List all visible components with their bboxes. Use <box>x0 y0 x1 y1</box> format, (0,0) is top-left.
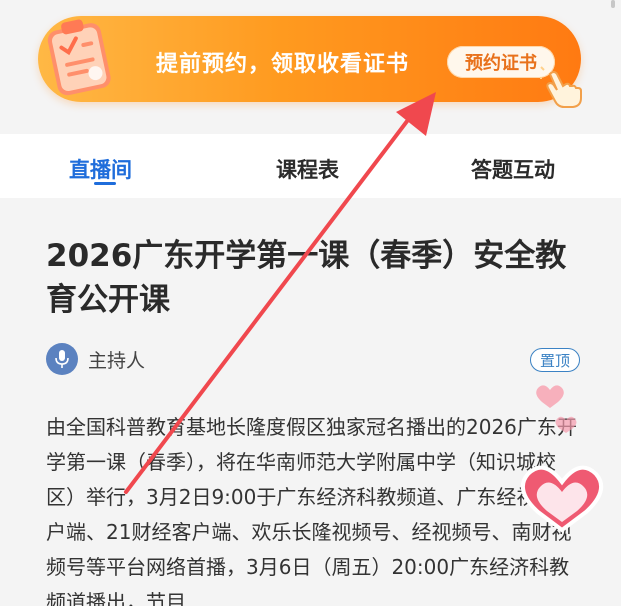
host-row: 主持人 <box>46 343 146 375</box>
tab-quiz-interaction[interactable]: 答题互动 <box>471 154 555 184</box>
scrollbar[interactable] <box>611 0 615 8</box>
tab-live-room[interactable]: 直播间 <box>69 154 132 184</box>
active-tab-indicator <box>94 182 116 185</box>
top-area: 提前预约，领取收看证书 预约证书 <box>0 0 621 134</box>
microphone-icon <box>46 343 78 375</box>
floating-hearts-icon <box>520 385 604 533</box>
banner-text: 提前预约，领取收看证书 <box>156 52 410 77</box>
clipboard-icon <box>47 19 111 96</box>
page-title: 2026广东开学第一课（春季）安全教育公开课 <box>46 238 567 318</box>
reserve-certificate-button[interactable]: 预约证书 <box>447 46 555 78</box>
article-description: 由全国科普教育基地长隆度假区独家冠名播出的2026广东开学第一课（春季），将在华… <box>46 415 577 606</box>
tab-bar: 直播间 课程表 答题互动 <box>0 134 621 198</box>
host-label: 主持人 <box>88 349 146 372</box>
pointing-hand-icon <box>540 66 582 108</box>
tab-schedule[interactable]: 课程表 <box>276 154 339 184</box>
pinned-badge: 置顶 <box>530 348 580 372</box>
